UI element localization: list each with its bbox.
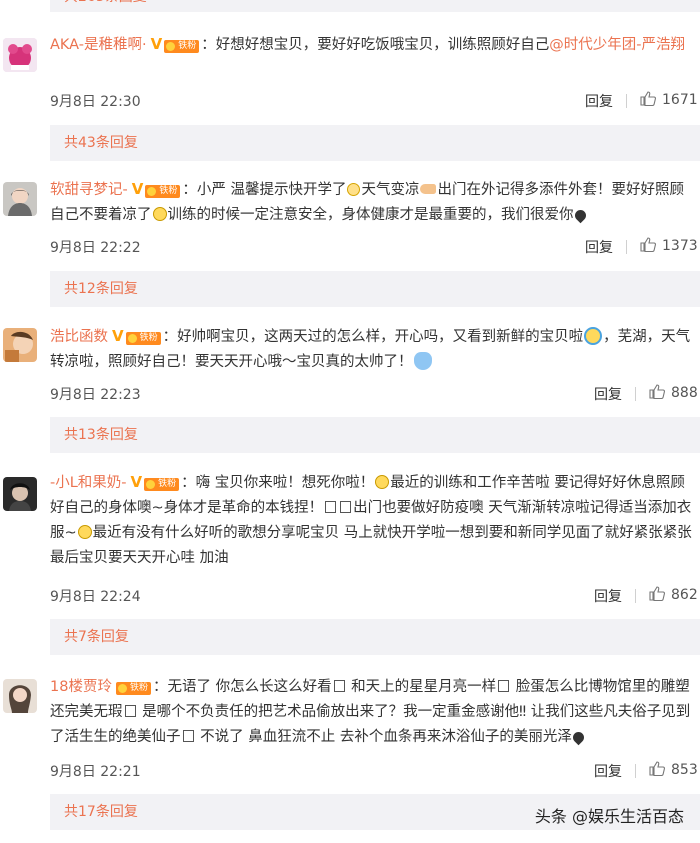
replies-bar-top[interactable]: 共265条回复	[50, 0, 700, 12]
mention-link[interactable]: @时代少年团-严浩翔	[549, 37, 685, 53]
comment-body: -小L和果奶- V 铁粉 ：嗨 宝贝你来啦！想死你啦！ 最近的训练和工作辛苦啦 要记得好…	[50, 470, 692, 571]
comment-text: 最近有没有什么好听的歌想分享呢宝贝 马上就快开学啦一想到要和新同学见面了就好紧张…	[50, 525, 692, 566]
smile-emoji-icon	[375, 475, 390, 489]
comment-text: 天气变凉	[361, 182, 420, 198]
comment-date: 9月8日 22:22	[50, 240, 141, 256]
comment-text: ：好帅啊宝贝，这两天过的怎么样，开心吗，又看到新鲜的宝贝啦	[162, 329, 584, 345]
like-count: 1373	[662, 238, 698, 254]
like-count: 853	[671, 762, 698, 778]
reply-button[interactable]: 回复	[594, 384, 622, 404]
avatar[interactable]	[3, 182, 37, 216]
thumbs-up-icon	[649, 384, 665, 399]
like-count: 888	[671, 385, 698, 401]
comment-date: 9月8日 22:24	[50, 589, 141, 605]
fan-badge: 铁粉	[144, 478, 180, 491]
heart-emoji-icon	[572, 207, 588, 224]
reply-button[interactable]: 回复	[594, 586, 622, 606]
comment-text: ：嗨 宝贝你来啦！想死你啦！	[181, 475, 375, 491]
like-button[interactable]: 1373	[640, 237, 698, 254]
pointing-hand-emoji-icon	[420, 184, 437, 194]
divider	[626, 240, 627, 254]
comment-text: 训练的时候一定注意安全，身体健康才是最重要的，我们很爱你	[167, 207, 574, 223]
username[interactable]: 浩比函数	[50, 329, 108, 345]
missing-glyph-icon	[340, 501, 352, 513]
reply-button[interactable]: 回复	[585, 237, 613, 257]
comment-date: 9月8日 22:21	[50, 764, 141, 780]
clock-emoji-icon	[347, 183, 361, 196]
watermark: 头条 @娱乐生活百态	[534, 807, 684, 826]
replies-bar[interactable]: 共12条回复	[50, 271, 700, 307]
replies-bar[interactable]: 共13条回复	[50, 417, 700, 453]
username[interactable]: -小L和果奶-	[50, 475, 127, 491]
avatar[interactable]	[3, 38, 37, 72]
like-button[interactable]: 888	[649, 384, 698, 401]
comment-text: ：小严 温馨提示快开学了	[182, 182, 347, 198]
thumbs-up-icon	[649, 761, 665, 776]
missing-glyph-icon	[498, 680, 510, 692]
laugh-emoji-icon	[77, 525, 92, 539]
like-button[interactable]: 1671	[640, 91, 698, 108]
comment-text: 和天上的星星月亮一样	[346, 679, 497, 695]
comment-date: 9月8日 22:23	[50, 387, 141, 403]
divider	[626, 94, 627, 108]
comment-body: 18楼贾玲 铁粉 ：无语了 你怎么长这么好看 和天上的星星月亮一样 脸蛋怎么比博物馆…	[50, 675, 692, 750]
divider	[635, 589, 636, 603]
replies-bar[interactable]: 共43条回复	[50, 125, 700, 161]
like-count: 862	[671, 587, 698, 603]
avatar[interactable]	[3, 679, 37, 713]
avatar[interactable]	[3, 328, 37, 362]
missing-glyph-icon	[124, 705, 136, 717]
comment-body: 浩比函数 V 铁粉 ：好帅啊宝贝，这两天过的怎么样，开心吗，又看到新鲜的宝贝啦 ，芜湖，…	[50, 324, 692, 375]
reply-button[interactable]: 回复	[585, 91, 613, 111]
like-button[interactable]: 862	[649, 586, 698, 603]
thumbs-up-icon	[649, 586, 665, 601]
face-emoji-icon	[152, 207, 167, 221]
comment-text: ：无语了 你怎么长这么好看	[152, 679, 332, 695]
fan-badge: 铁粉	[145, 185, 181, 198]
avatar[interactable]	[3, 477, 37, 511]
comment-text: 不说了 鼻血狂流不止 去补个血条再来沐浴仙子的美丽光泽	[195, 729, 572, 745]
divider	[635, 764, 636, 778]
fan-badge: 铁粉	[115, 682, 151, 695]
verified-v-icon: V	[150, 35, 163, 53]
thumbs-up-icon	[640, 237, 656, 252]
verified-v-icon: V	[130, 473, 143, 491]
divider	[635, 387, 636, 401]
missing-glyph-icon	[182, 730, 194, 742]
verified-v-icon: V	[112, 327, 124, 345]
thumbs-up-icon	[640, 91, 656, 106]
username[interactable]: 软甜寻梦记-	[50, 182, 128, 198]
verified-v-icon: V	[131, 180, 144, 198]
missing-glyph-icon	[333, 680, 345, 692]
blue-character-emoji-icon	[413, 352, 432, 370]
heart-emoji-icon	[570, 729, 587, 746]
shocked-face-emoji-icon	[584, 327, 603, 345]
missing-glyph-icon	[325, 501, 337, 513]
username[interactable]: 18楼贾玲	[50, 679, 112, 695]
replies-bar[interactable]: 共7条回复	[50, 619, 700, 655]
reply-button[interactable]: 回复	[594, 761, 622, 781]
comment-body: AKA-是稚稚啊· V 铁粉 ：好想好想宝贝，要好好吃饭哦宝贝，训练照顾好自己@时代少…	[50, 32, 692, 58]
username[interactable]: AKA-是稚稚啊·	[50, 37, 147, 53]
fan-badge: 铁粉	[164, 40, 200, 53]
like-button[interactable]: 853	[649, 761, 698, 778]
comment-date: 9月8日 22:30	[50, 94, 141, 110]
comment-text: ：好想好想宝贝，要好好吃饭哦宝贝，训练照顾好自己	[201, 37, 550, 53]
like-count: 1671	[662, 92, 698, 108]
fan-badge: 铁粉	[125, 332, 161, 345]
comment-body: 软甜寻梦记- V 铁粉 ：小严 温馨提示快开学了 天气变凉 出门在外记得多添件外套！要好好…	[50, 177, 692, 228]
